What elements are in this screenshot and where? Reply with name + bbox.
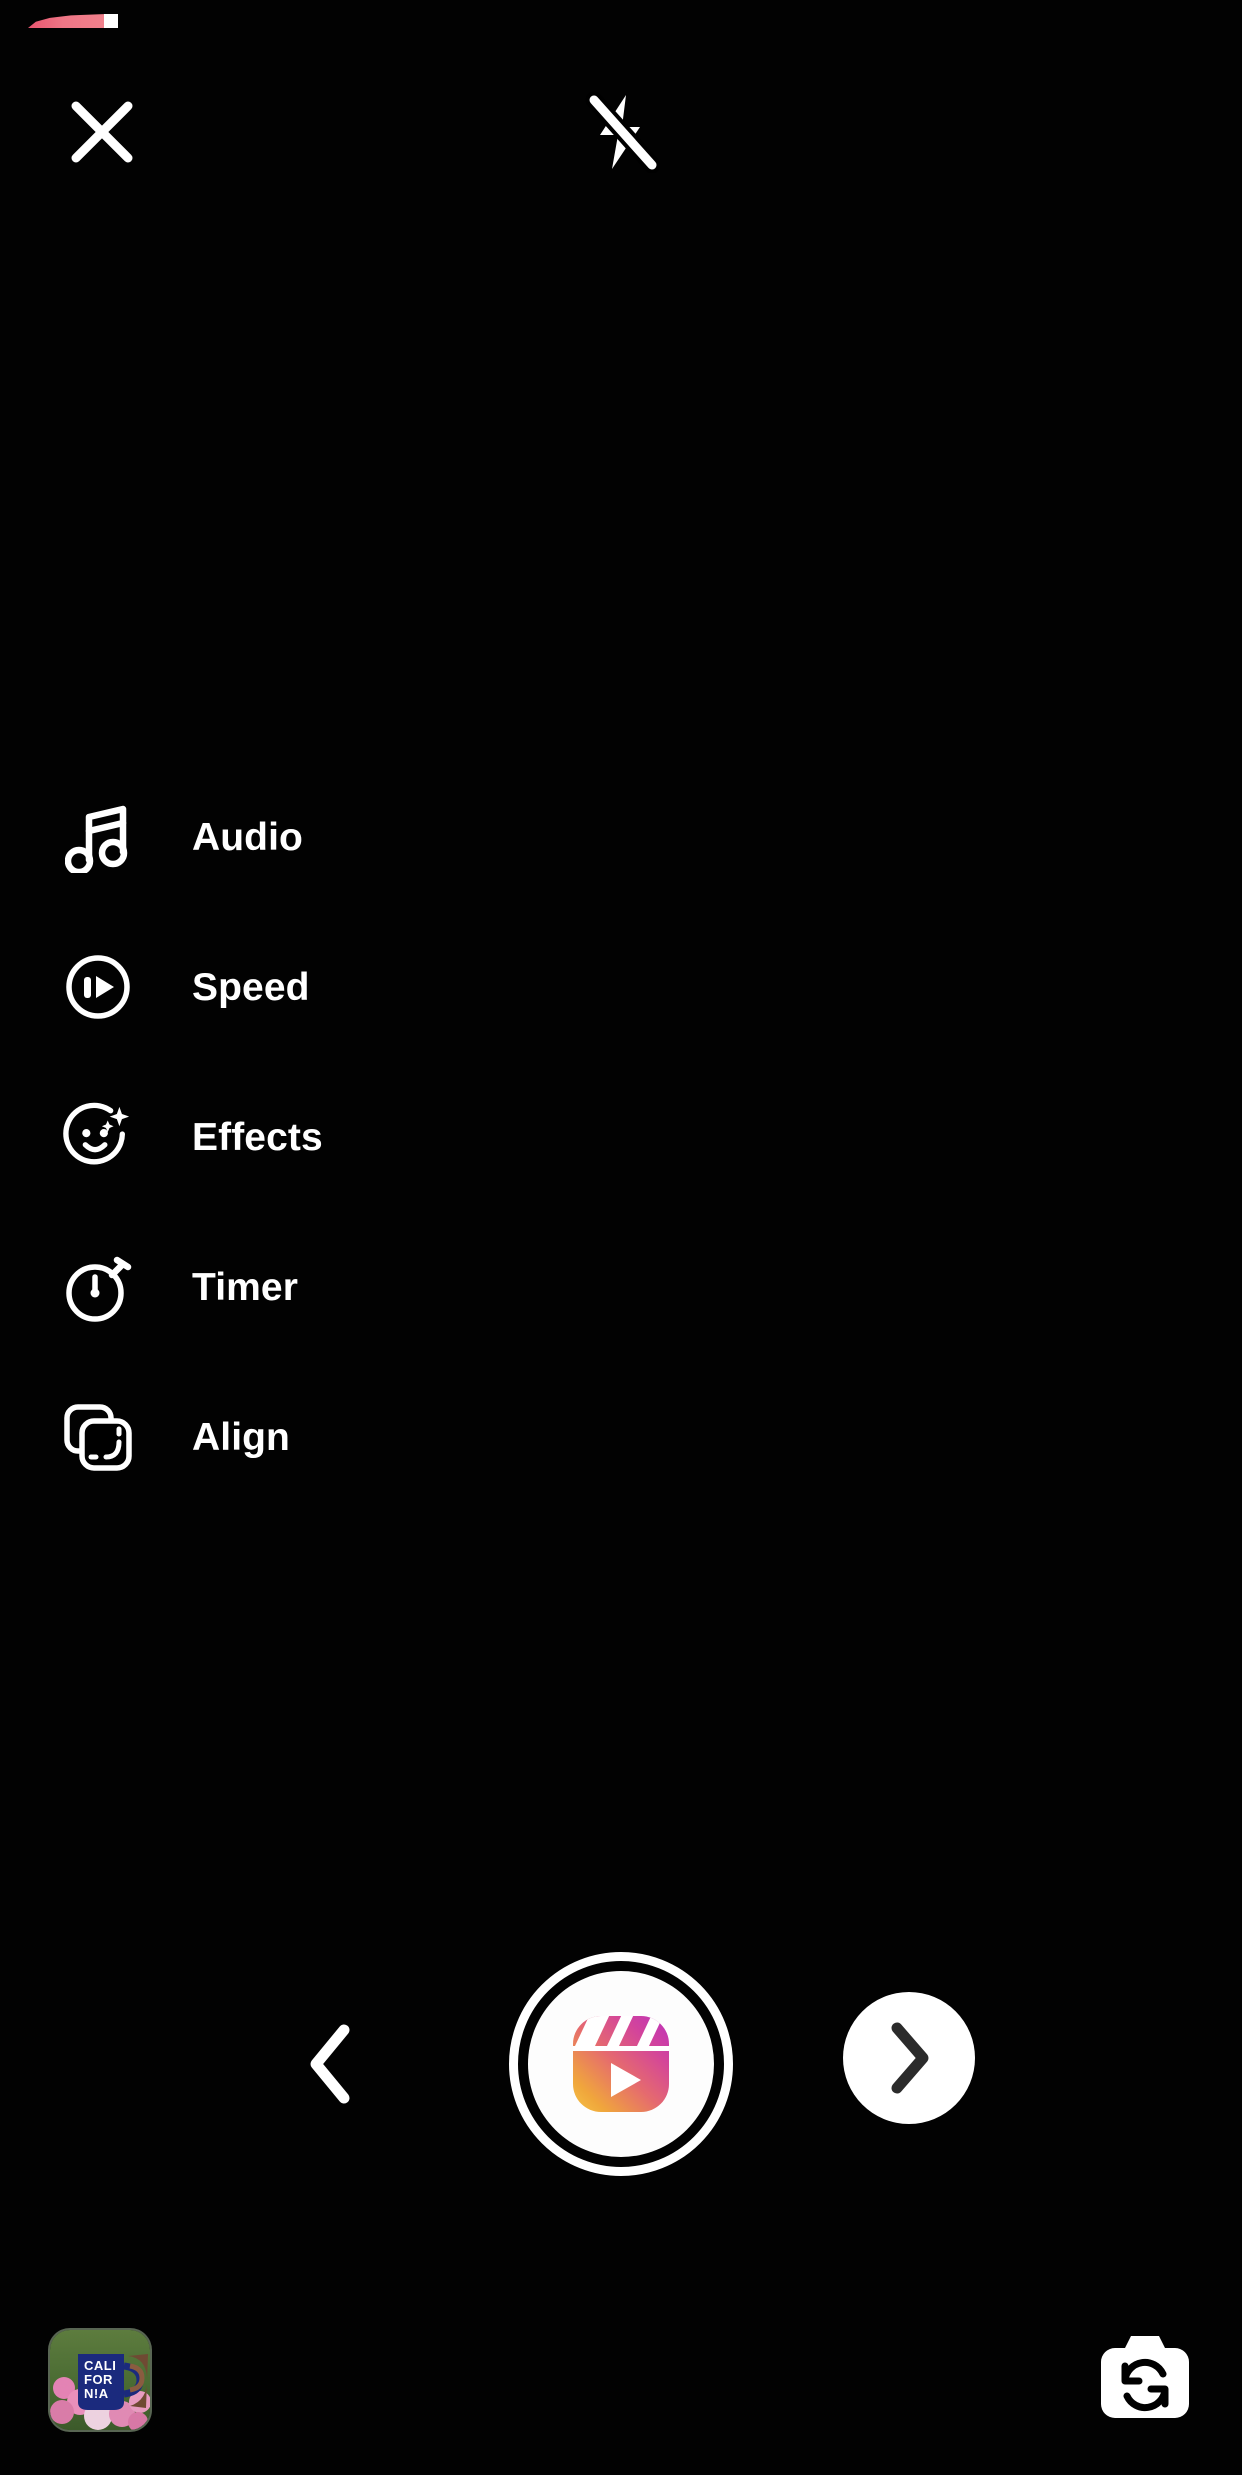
- close-icon: [71, 101, 133, 163]
- stopwatch-icon: [62, 1251, 134, 1323]
- switch-camera-button[interactable]: [1093, 2325, 1197, 2429]
- tool-item-timer[interactable]: Timer: [0, 1212, 620, 1362]
- svg-text:CALI: CALI: [84, 2358, 116, 2373]
- speed-icon: [62, 951, 134, 1023]
- capture-controls: [0, 1952, 1242, 2208]
- photo-thumbnail: CALI FOR N!A: [50, 2330, 150, 2430]
- tool-item-speed[interactable]: Speed: [0, 912, 620, 1062]
- tool-label-audio: Audio: [192, 815, 303, 859]
- align-layers-icon: [62, 1401, 134, 1473]
- tool-item-audio[interactable]: Audio: [0, 762, 620, 912]
- reels-clapperboard-icon: [573, 2016, 669, 2112]
- tool-label-align: Align: [192, 1415, 290, 1459]
- music-note-icon: [62, 801, 134, 873]
- chevron-right-icon: [891, 2022, 929, 2094]
- tool-item-align[interactable]: Align: [0, 1362, 620, 1512]
- flash-off-icon: [585, 91, 660, 173]
- svg-text:N!A: N!A: [84, 2386, 109, 2401]
- svg-text:FOR: FOR: [84, 2372, 113, 2387]
- record-button[interactable]: [509, 1952, 733, 2176]
- tool-label-speed: Speed: [192, 965, 310, 1009]
- tool-label-timer: Timer: [192, 1265, 298, 1309]
- previous-button[interactable]: [278, 2010, 386, 2118]
- next-button[interactable]: [843, 1992, 975, 2124]
- recording-progress-head: [104, 14, 118, 28]
- camera-flip-icon: [1101, 2336, 1189, 2418]
- close-button[interactable]: [42, 72, 162, 192]
- effects-sparkle-face-icon: [62, 1101, 134, 1173]
- chevron-left-icon: [310, 2024, 350, 2104]
- recording-progress-track: [0, 14, 1242, 28]
- flash-toggle-button[interactable]: [562, 72, 682, 192]
- recording-progress-fill: [28, 14, 106, 28]
- tool-menu: Audio Speed Effects Timer Align: [0, 762, 620, 1512]
- record-button-inner: [528, 1971, 714, 2157]
- camera-header: [0, 72, 1242, 192]
- tool-item-effects[interactable]: Effects: [0, 1062, 620, 1212]
- tool-label-effects: Effects: [192, 1115, 323, 1159]
- gallery-button[interactable]: CALI FOR N!A: [48, 2328, 152, 2432]
